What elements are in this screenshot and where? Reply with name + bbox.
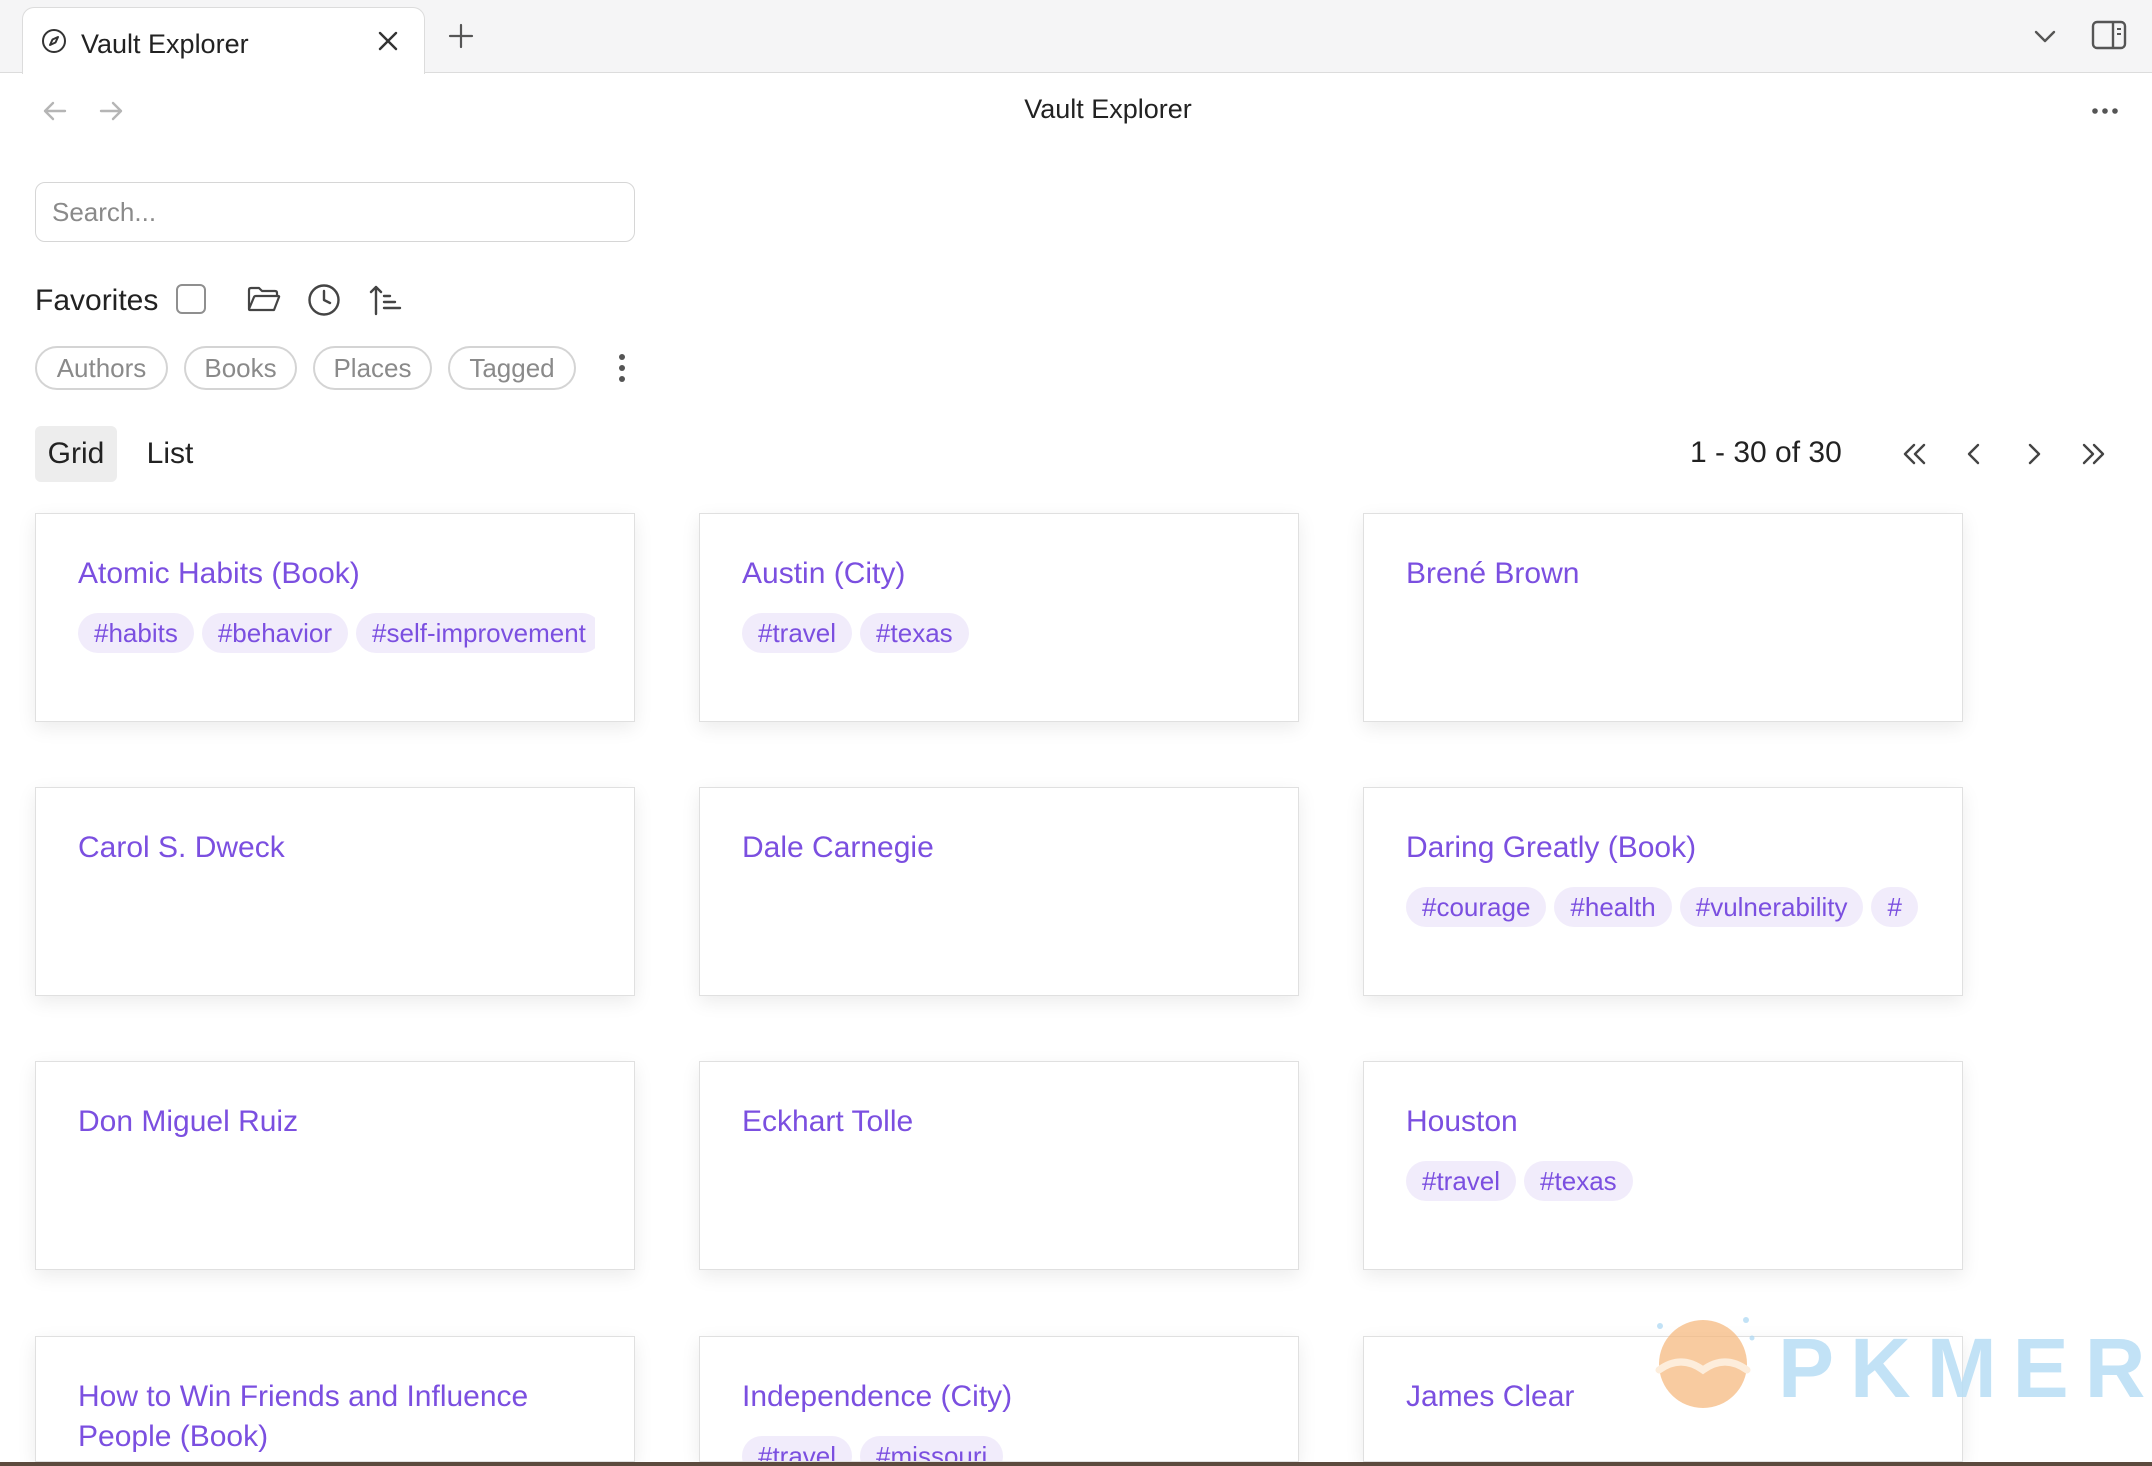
card-title[interactable]: Daring Greatly (Book) [1406,828,1926,868]
folder-open-icon[interactable] [246,282,282,316]
card[interactable]: Independence (City) #travel #missouri [699,1336,1299,1462]
sort-ascending-icon[interactable] [368,282,404,318]
chevrons-first-page-icon[interactable] [1896,436,1932,472]
view-title: Vault Explorer [1024,94,1192,124]
filter-chip-tagged[interactable]: Tagged [448,346,576,390]
card[interactable]: Dale Carnegie [699,787,1299,996]
tab-title: Vault Explorer [81,29,249,59]
card[interactable]: Eckhart Tolle [699,1061,1299,1270]
card-title[interactable]: Atomic Habits (Book) [78,554,598,594]
window-bottom-edge [0,1462,2152,1466]
view-toggle-grid[interactable]: Grid [35,426,117,482]
compass-icon [42,29,66,53]
tag[interactable]: #vulnerability [1679,887,1864,927]
tag[interactable]: #behavior [201,613,349,653]
new-tab-plus-icon[interactable] [446,21,476,51]
card[interactable]: Carol S. Dweck [35,787,635,996]
close-tab-icon[interactable] [375,28,401,54]
pagination-count: 1 - 30 of 30 [1690,436,1842,469]
card-tags: #travel #texas [1406,1161,1923,1207]
card-title[interactable]: Brené Brown [1406,554,1926,594]
card-title[interactable]: Don Miguel Ruiz [78,1102,598,1142]
more-options-icon[interactable] [2088,96,2122,126]
chevron-prev-page-icon[interactable] [1956,436,1992,472]
chevrons-last-page-icon[interactable] [2076,436,2112,472]
pkmer-logo-icon [1655,1317,1755,1408]
card-title[interactable]: Carol S. Dweck [78,828,598,868]
clock-icon[interactable] [306,282,342,318]
tag[interactable]: #habits [78,613,194,653]
chevron-next-page-icon[interactable] [2016,436,2052,472]
tab-vault-explorer[interactable]: Vault Explorer [22,7,425,74]
tag[interactable]: #missouri [860,1436,1004,1461]
card-title[interactable]: Dale Carnegie [742,828,1262,868]
card-title[interactable]: Houston [1406,1102,1926,1142]
card-title[interactable]: Independence (City) [742,1377,1262,1417]
tag[interactable]: #self-improvement [356,613,595,653]
card[interactable]: Don Miguel Ruiz [35,1061,635,1270]
search-input[interactable] [35,182,635,242]
card-tags: #travel #texas [742,613,1259,659]
tag[interactable]: #texas [860,613,969,653]
card[interactable]: Atomic Habits (Book) #habits #behavior #se… [35,513,635,722]
chevron-down-icon[interactable] [2030,21,2060,51]
more-vertical-icon[interactable] [610,350,634,386]
card-tags: #courage #health #vulnerability # [1406,887,1923,933]
filter-chip-places[interactable]: Places [313,346,432,390]
tag[interactable]: #courage [1406,887,1547,927]
tag[interactable]: #travel [1406,1161,1517,1201]
watermark-text: PKMER [1778,1321,2152,1415]
tag[interactable]: #travel [742,613,853,653]
card[interactable]: Daring Greatly (Book) #courage #health #vu… [1363,787,1963,996]
card[interactable]: How to Win Friends and Influence People … [35,1336,635,1462]
card[interactable]: Brené Brown [1363,513,1963,722]
card-title[interactable]: Eckhart Tolle [742,1102,1262,1142]
tag[interactable]: #travel [742,1436,853,1461]
sidebar-toggle-icon[interactable] [2090,18,2128,52]
tag[interactable]: #texas [1524,1161,1633,1201]
filter-chip-books[interactable]: Books [184,346,297,390]
card[interactable]: Austin (City) #travel #texas [699,513,1299,722]
card-tags: #habits #behavior #self-improvement [78,613,595,659]
favorites-checkbox[interactable] [176,284,206,314]
filter-chip-authors[interactable]: Authors [35,346,168,390]
tag[interactable]: #health [1554,887,1672,927]
card-title[interactable]: Austin (City) [742,554,1262,594]
card[interactable]: Houston #travel #texas [1363,1061,1963,1270]
tag[interactable]: # [1871,887,1918,927]
card-tags: #travel #missouri [742,1436,1259,1461]
favorites-label: Favorites [35,284,159,317]
view-toggle-list[interactable]: List [132,426,208,482]
card-title[interactable]: How to Win Friends and Influence People … [78,1377,598,1457]
tab-bar: Vault Explorer [0,0,2152,74]
